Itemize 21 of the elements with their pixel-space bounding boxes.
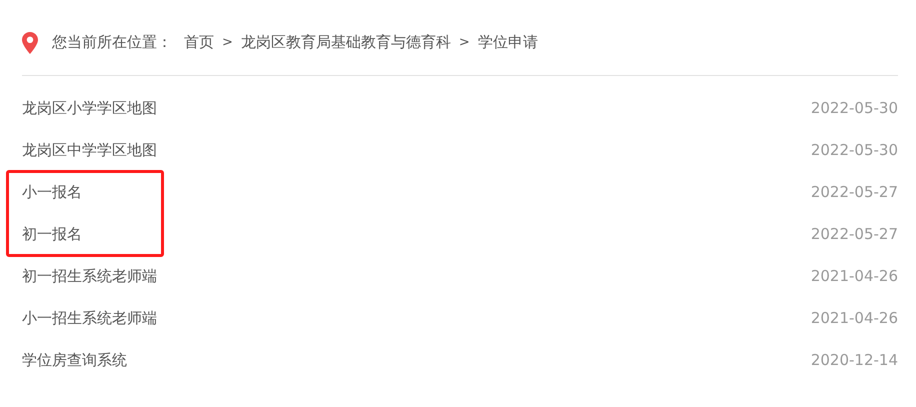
article-date: 2022-05-27 [810,182,898,203]
location-pin-icon [22,32,38,54]
article-date: 2021-04-26 [810,308,898,329]
article-link[interactable]: 龙岗区中学学区地图 [22,138,157,162]
breadcrumb-label: 您当前所在位置： [52,32,172,54]
breadcrumb-separator: > [222,34,233,52]
breadcrumb-link[interactable]: 首页 [184,31,214,54]
article-link[interactable]: 小一招生系统老师端 [22,306,157,330]
article-date: 2022-05-30 [810,140,898,161]
article-link[interactable]: 初一招生系统老师端 [22,264,157,288]
article-link[interactable]: 小一报名 [22,180,82,204]
article-link[interactable]: 龙岗区小学学区地图 [22,96,157,120]
article-link[interactable]: 学位房查询系统 [22,348,127,372]
breadcrumb-link[interactable]: 龙岗区教育局基础教育与德育科 [240,31,451,54]
breadcrumb-link[interactable]: 学位申请 [478,31,538,54]
article-date: 2022-05-30 [810,98,898,119]
article-link[interactable]: 初一报名 [22,222,82,246]
breadcrumb-separator: > [458,34,470,52]
article-date: 2021-04-26 [810,266,898,287]
article-date: 2022-05-27 [810,224,898,245]
article-date: 2020-12-14 [810,350,898,371]
